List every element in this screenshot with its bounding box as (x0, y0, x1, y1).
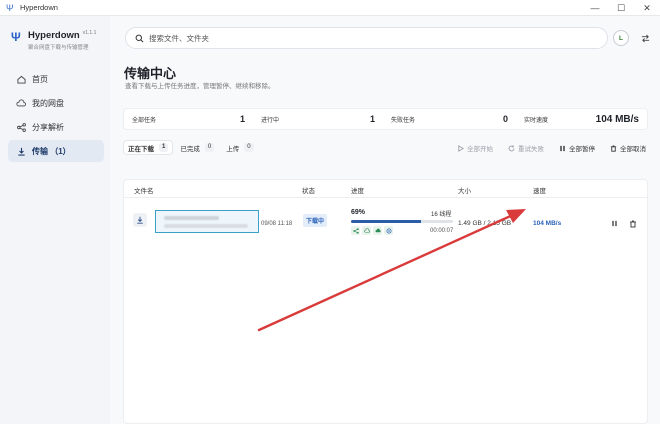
remaining-time: 00:00:07 (430, 228, 454, 234)
progress-bar-fill (351, 220, 422, 223)
action-label: 全部取消 (620, 146, 646, 153)
sidebar-item-label: 我的网盘 (32, 98, 64, 108)
search-input[interactable] (149, 33, 549, 43)
progress-percent: 69% (351, 209, 366, 216)
stat-label: 进行中 (261, 117, 280, 124)
task-time: 09/08 11:18 (261, 221, 293, 227)
stat-in-progress: 进行中 1 (253, 109, 383, 129)
stat-label: 实时速度 (524, 117, 549, 124)
tab-count: 0 (244, 143, 254, 152)
progress-bar (351, 220, 453, 223)
brand-name: Hyperdown (28, 30, 80, 41)
share-icon (351, 226, 360, 235)
tab-label: 正在下载 (128, 145, 154, 153)
column-header-name: 文件名 (134, 188, 154, 195)
play-icon (456, 144, 464, 152)
stat-label: 全部任务 (132, 117, 157, 124)
brand-subtitle: 聚合网盘下载与传输管理 (28, 45, 89, 51)
stat-all-tasks: 全部任务 1 (124, 109, 253, 129)
retry-failed-button[interactable]: 重试失败 (507, 143, 544, 153)
thread-count: 16 线程 (431, 212, 452, 218)
stat-value: 0 (502, 114, 508, 124)
table-row[interactable]: 09/08 11:18 下载中 69% 16 线程 00:00:07 1.49 … (124, 199, 647, 239)
trash-icon (609, 144, 617, 152)
action-label: 全部开始 (467, 146, 493, 153)
sidebar-item-my-drive[interactable]: 我的网盘 (8, 92, 104, 114)
sidebar-item-label: 传输 （1） (32, 146, 71, 156)
tab-count: 1 (159, 143, 169, 152)
action-label: 重试失败 (518, 146, 544, 153)
pause-icon[interactable] (610, 219, 619, 228)
main-content: L 传输中心 查看下载与上传任务进度，管理暂停、继续和移除。 全部任务 1 进行… (110, 16, 660, 424)
page-subtitle: 查看下载与上传任务进度，管理暂停、继续和移除。 (125, 83, 275, 90)
refresh-icon (507, 144, 515, 152)
pause-icon (558, 144, 566, 152)
transfer-tabs: 正在下载 1 已完成 0 上传 0 (124, 141, 262, 154)
sidebar-item-home[interactable]: 首页 (8, 68, 104, 90)
tab-label: 已完成 (180, 145, 200, 153)
redacted-text (164, 224, 248, 228)
file-name-redacted (155, 210, 259, 233)
tab-downloading[interactable]: 正在下载 1 (124, 141, 173, 154)
download-speed: 104 MB/s (533, 220, 562, 227)
close-icon[interactable]: ✕ (634, 0, 660, 16)
home-icon (16, 74, 26, 84)
column-header-status: 状态 (302, 188, 315, 195)
cancel-all-button[interactable]: 全部取消 (609, 143, 646, 153)
stat-value: 1 (239, 114, 245, 124)
file-size: 1.49 GB / 2.15 GB (458, 220, 512, 227)
app-logo-icon: Ψ (6, 2, 14, 13)
column-header-speed: 速度 (533, 188, 546, 195)
window-controls: — ☐ ✕ (582, 0, 660, 16)
brand: Ψ Hyperdown v1.1.1 聚合网盘下载与传输管理 (11, 30, 96, 51)
tab-completed[interactable]: 已完成 0 (176, 141, 218, 154)
stat-label: 失败任务 (391, 117, 416, 124)
stat-live-speed: 实时速度 104 MB/s (516, 109, 647, 129)
stat-failed: 失败任务 0 (383, 109, 516, 129)
cloud-upload-icon (373, 226, 382, 235)
stat-value: 104 MB/s (595, 113, 639, 125)
cloud-icon (16, 98, 26, 108)
source-icons (351, 226, 395, 235)
status-badge: 下载中 (303, 214, 328, 227)
avatar[interactable]: L (613, 30, 629, 46)
share-icon (16, 122, 26, 132)
sidebar-item-label: 分享解析 (32, 122, 64, 132)
sidebar-item-transfer[interactable]: 传输 （1） (8, 140, 104, 162)
bulk-actions: 全部开始 重试失败 全部暂停 全部取消 (442, 143, 646, 153)
file-download-icon[interactable] (133, 213, 147, 227)
brand-version: v1.1.1 (82, 30, 97, 36)
sidebar: Ψ Hyperdown v1.1.1 聚合网盘下载与传输管理 首页 我的网盘 分享… (0, 16, 110, 424)
stats-panel: 全部任务 1 进行中 1 失败任务 0 实时速度 104 MB/s (123, 108, 648, 130)
minimize-icon[interactable]: — (582, 0, 608, 16)
sidebar-item-label: 首页 (32, 74, 48, 84)
search-bar[interactable] (125, 27, 608, 49)
window-titlebar: Ψ Hyperdown — ☐ ✕ (0, 0, 660, 16)
tab-count: 0 (204, 143, 215, 152)
cloud-icon (362, 226, 371, 235)
swap-icon[interactable] (639, 32, 651, 44)
delete-icon[interactable] (628, 219, 637, 228)
action-label: 全部暂停 (569, 146, 595, 153)
column-header-progress: 进度 (351, 188, 364, 195)
tab-label: 上传 (226, 145, 240, 153)
search-icon (135, 33, 145, 43)
pause-all-button[interactable]: 全部暂停 (558, 143, 595, 153)
transfer-table: 文件名 状态 进度 大小 速度 09/08 11:18 下载中 69% 16 线… (123, 179, 648, 424)
column-header-size: 大小 (458, 188, 471, 195)
sidebar-nav: 首页 我的网盘 分享解析 传输 （1） (8, 68, 104, 164)
redacted-text (164, 216, 219, 220)
link-icon (384, 226, 393, 235)
sidebar-item-share-parse[interactable]: 分享解析 (8, 116, 104, 138)
brand-logo-icon: Ψ (11, 30, 21, 44)
start-all-button[interactable]: 全部开始 (456, 143, 493, 153)
window-title: Hyperdown (20, 3, 58, 12)
maximize-icon[interactable]: ☐ (608, 0, 634, 16)
download-icon (16, 146, 26, 156)
table-header: 文件名 状态 进度 大小 速度 (124, 180, 647, 198)
stat-value: 1 (369, 114, 375, 124)
tab-upload[interactable]: 上传 0 (222, 141, 257, 154)
